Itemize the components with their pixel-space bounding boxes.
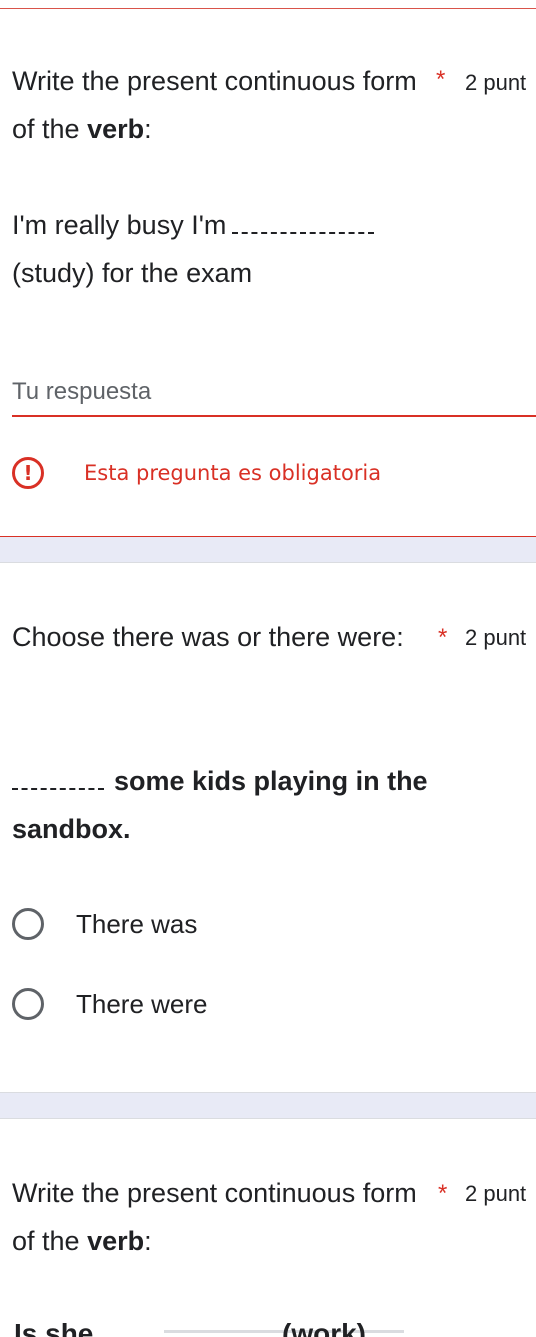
option-there-were[interactable]: There were xyxy=(12,982,208,1026)
points-label: 2 punt xyxy=(465,625,527,650)
question-body: some kids playing in the sandbox. xyxy=(12,766,428,844)
card-separator xyxy=(0,537,536,562)
form-page: Write the present continuous form of the… xyxy=(0,0,536,1337)
error-message: ! Esta pregunta es obligatoria xyxy=(12,455,381,491)
question-body: I'm really busy I'm (study) for the exam xyxy=(12,201,432,297)
fill-blank xyxy=(12,770,104,790)
radio-button[interactable] xyxy=(12,908,44,940)
points-label: 2 punt xyxy=(465,1181,527,1206)
option-label: There were xyxy=(76,988,208,1019)
question-title-bold: verb xyxy=(87,114,145,144)
required-asterisk: * xyxy=(438,624,448,651)
radio-button[interactable] xyxy=(12,988,44,1020)
fill-blank xyxy=(232,214,375,234)
required-asterisk: * xyxy=(436,66,446,93)
question-card-3: Write the present continuous form of the… xyxy=(0,1119,536,1337)
points-label: 2 punt xyxy=(465,70,527,95)
option-there-was[interactable]: There was xyxy=(12,902,197,946)
card-top-border xyxy=(0,0,536,9)
question-title-bold: verb xyxy=(87,1226,145,1256)
answer-input[interactable] xyxy=(12,369,536,417)
question-card-2: Choose there was or there were: * 2 punt… xyxy=(0,563,536,1092)
card-separator xyxy=(0,1093,536,1118)
error-icon: ! xyxy=(12,457,44,489)
question-card-1: Write the present continuous form of the… xyxy=(0,9,536,537)
question-title: Write the present continuous form of the… xyxy=(12,1178,417,1256)
question-title: Choose there was or there were: xyxy=(12,622,404,652)
question-body-partial: Is she xyxy=(14,1318,94,1337)
question-verb-hint: (work) xyxy=(282,1318,366,1337)
question-title: Write the present continuous form of the… xyxy=(12,66,417,144)
error-text: Esta pregunta es obligatoria xyxy=(84,461,382,485)
option-label: There was xyxy=(76,908,198,939)
required-asterisk: * xyxy=(438,1180,448,1207)
